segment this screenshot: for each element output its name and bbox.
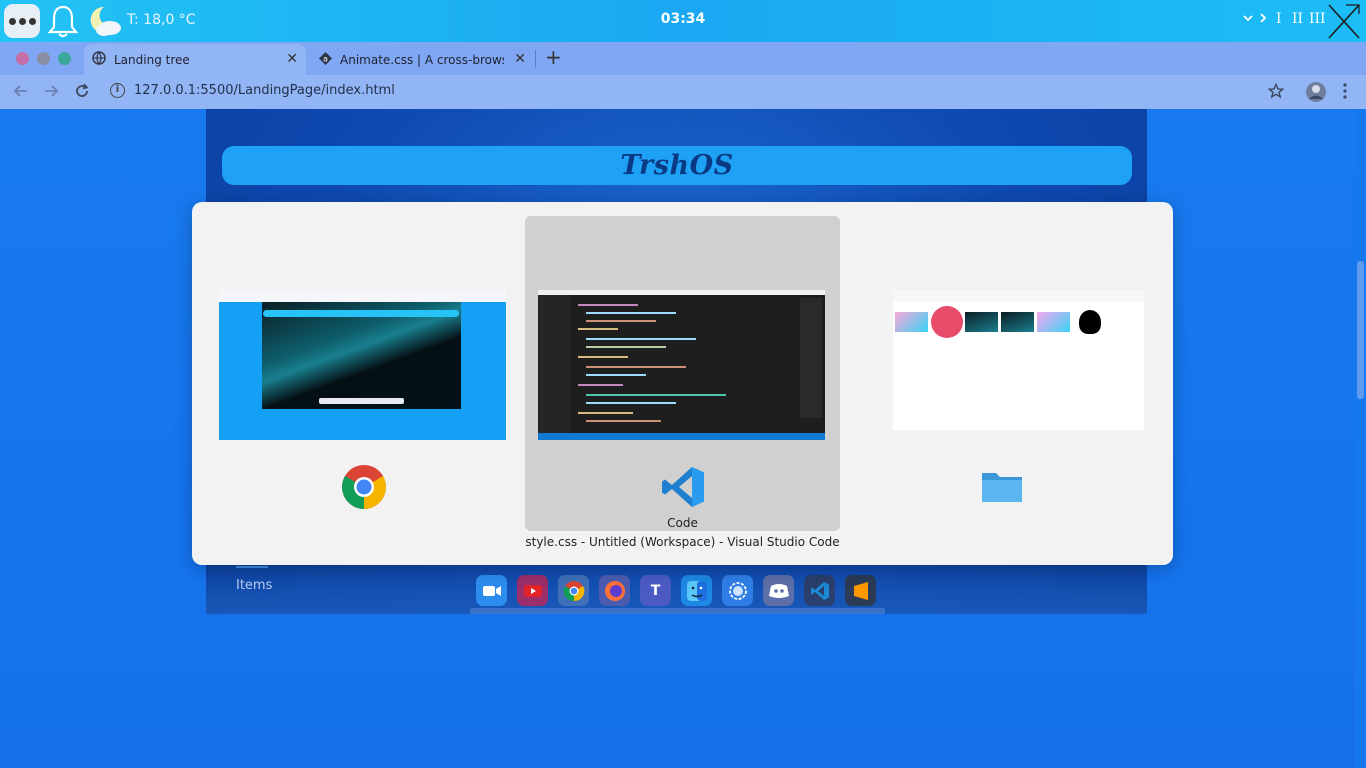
menu-dots-icon[interactable] xyxy=(4,4,40,38)
switcher-item-chrome[interactable] xyxy=(206,216,521,531)
discord-icon[interactable] xyxy=(763,575,794,606)
app-switcher: Code style.css - Untitled (Workspace) - … xyxy=(192,202,1173,565)
firefox-icon[interactable] xyxy=(599,575,630,606)
files-window-thumbnail xyxy=(857,290,1144,440)
animate-logo-icon: a xyxy=(318,51,333,69)
code-window-thumbnail xyxy=(538,290,825,440)
close-tab-icon[interactable]: ✕ xyxy=(514,51,526,67)
tab-landing-tree[interactable]: Landing tree ✕ xyxy=(84,44,306,75)
close-tab-icon[interactable]: ✕ xyxy=(286,51,298,67)
svg-text:a: a xyxy=(323,54,328,63)
weather-text: T: 18,0 °C xyxy=(127,12,196,28)
page-scrollbar[interactable] xyxy=(1355,109,1366,768)
top-panel: T: 18,0 °C 03:34 I II III xyxy=(0,0,1366,42)
dock-shelf xyxy=(470,608,885,614)
url-bar[interactable]: 127.0.0.1:5500/LandingPage/index.html xyxy=(134,83,395,98)
browser-toolbar: 127.0.0.1:5500/LandingPage/index.html xyxy=(0,75,1366,109)
window-title: style.css - Untitled (Workspace) - Visua… xyxy=(525,535,840,549)
bell-icon[interactable] xyxy=(46,3,80,43)
minimize-window-button[interactable] xyxy=(37,52,50,65)
bookmark-star-icon[interactable] xyxy=(1267,82,1285,104)
chrome-dock-icon[interactable] xyxy=(558,575,589,606)
chevron-down-icon[interactable] xyxy=(1242,11,1254,29)
youtube-icon[interactable] xyxy=(517,575,548,606)
chrome-window-thumbnail xyxy=(219,290,506,440)
switcher-item-files[interactable] xyxy=(844,216,1159,531)
sublime-icon[interactable] xyxy=(845,575,876,606)
reload-icon[interactable] xyxy=(73,82,91,105)
x-logo-icon[interactable] xyxy=(1326,2,1362,44)
chevron-right-icon[interactable] xyxy=(1258,11,1268,29)
page-banner: TrshOS xyxy=(222,146,1132,185)
vscode-dock-icon[interactable] xyxy=(804,575,835,606)
workspace-3[interactable]: III xyxy=(1309,11,1326,27)
banner-title: TrshOS xyxy=(620,150,734,181)
workspace-1[interactable]: I xyxy=(1276,11,1282,27)
clock[interactable]: 03:34 xyxy=(661,11,706,27)
items-underline xyxy=(236,566,268,568)
signal-icon[interactable] xyxy=(722,575,753,606)
scroll-thumb[interactable] xyxy=(1357,261,1364,399)
dock: T xyxy=(476,575,876,606)
finder-icon[interactable] xyxy=(681,575,712,606)
items-label[interactable]: Items xyxy=(236,578,272,593)
tab-animate-css[interactable]: a Animate.css | A cross-browser ✕ xyxy=(310,44,534,75)
tab-title: Landing tree xyxy=(114,52,190,67)
globe-icon xyxy=(92,51,106,68)
info-icon[interactable]: i xyxy=(110,83,125,98)
back-icon[interactable] xyxy=(12,82,30,105)
weather-moon-icon xyxy=(86,4,124,42)
folder-icon xyxy=(979,464,1025,510)
avatar[interactable] xyxy=(1305,81,1327,108)
maximize-window-button[interactable] xyxy=(58,52,71,65)
teams-icon[interactable]: T xyxy=(640,575,671,606)
new-tab-button[interactable]: + xyxy=(545,45,562,69)
close-window-button[interactable] xyxy=(16,52,29,65)
chrome-icon xyxy=(341,464,387,510)
vscode-icon xyxy=(660,464,706,510)
zoom-icon[interactable] xyxy=(476,575,507,606)
browser-tabstrip: Landing tree ✕ a Animate.css | A cross-b… xyxy=(0,42,1366,75)
workspace-2[interactable]: II xyxy=(1292,11,1303,27)
more-menu-icon[interactable] xyxy=(1340,82,1350,105)
tab-title: Animate.css | A cross-browser xyxy=(340,52,504,67)
tab-divider xyxy=(535,50,536,68)
switcher-item-code[interactable]: Code xyxy=(525,216,840,531)
forward-icon[interactable] xyxy=(42,82,60,105)
app-name: Code xyxy=(667,516,698,530)
